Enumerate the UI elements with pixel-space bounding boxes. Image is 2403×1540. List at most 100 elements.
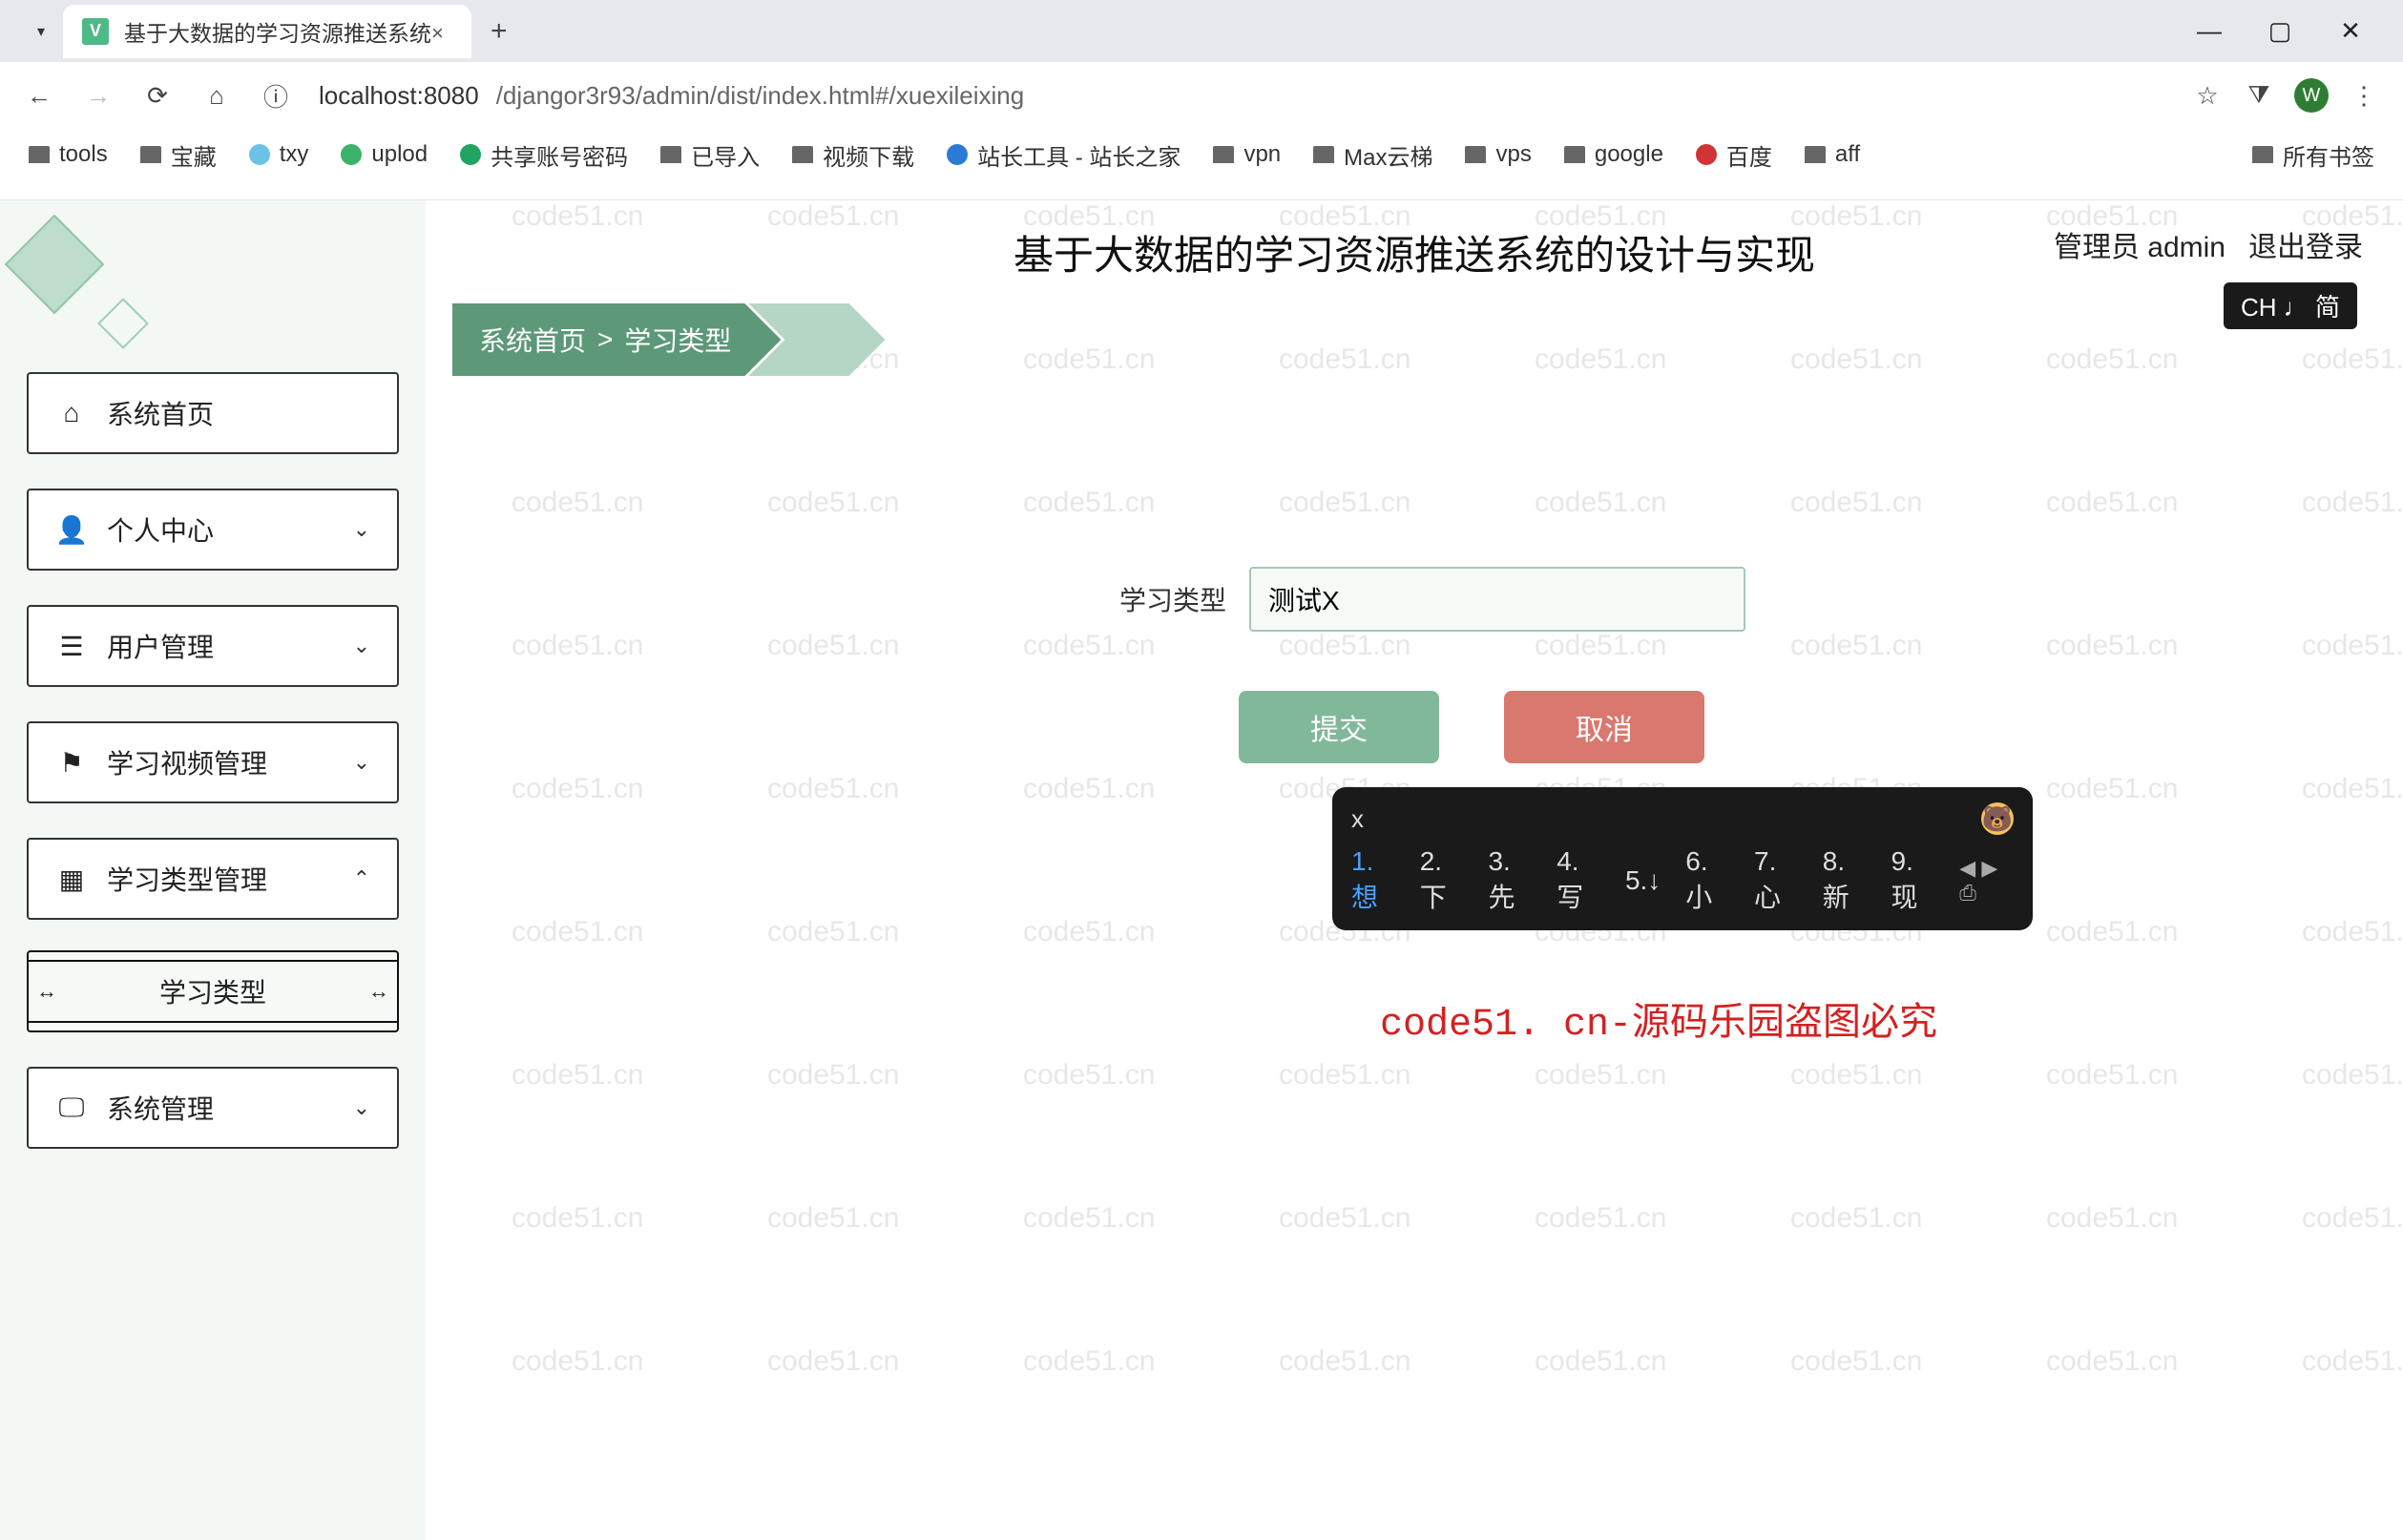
- star-icon[interactable]: ☆: [2191, 79, 2224, 112]
- ime-typed: x: [1351, 804, 1364, 834]
- menu-label: 用户管理: [107, 627, 214, 665]
- folder-icon: [1313, 146, 1334, 163]
- new-tab-button[interactable]: +: [491, 15, 508, 48]
- ime-candidates: 1.想 2.下 3.先 4.写 5.↓ 6.小 7.心 8.新 9.现 ◀ ▶ …: [1351, 846, 2014, 915]
- menu-label: 个人中心: [107, 510, 214, 549]
- bookmark-item[interactable]: google: [1564, 141, 1663, 168]
- chevron-down-icon: ⌄: [353, 750, 370, 775]
- sidebar-item-learning-type[interactable]: ▦ 学习类型管理 ⌃: [27, 838, 399, 920]
- arrow-left-icon: ↔: [36, 979, 57, 1004]
- ime-candidate[interactable]: 3.先: [1488, 846, 1532, 915]
- flag-icon: ⚑: [55, 746, 88, 779]
- bookmark-item[interactable]: aff: [1805, 141, 1860, 168]
- bookmark-item[interactable]: 已导入: [660, 138, 760, 172]
- list-icon: ☰: [55, 630, 88, 662]
- ime-candidate[interactable]: 6.小: [1685, 846, 1729, 915]
- close-window-icon[interactable]: ✕: [2336, 17, 2365, 46]
- reload-icon[interactable]: ⟳: [141, 79, 174, 112]
- sidebar-item-home[interactable]: ⌂ 系统首页: [27, 372, 399, 454]
- submit-button[interactable]: 提交: [1239, 691, 1439, 763]
- address-bar[interactable]: localhost:8080/djangor3r93/admin/dist/in…: [319, 81, 2142, 111]
- sidebar-item-videos[interactable]: ⚑ 学习视频管理 ⌄: [27, 721, 399, 803]
- ime-popup[interactable]: x 🐻 1.想 2.下 3.先 4.写 5.↓ 6.小 7.心 8.新 9.现 …: [1332, 787, 2033, 930]
- folder-icon: [1465, 146, 1486, 163]
- form-row-learning-type: 学习类型: [1083, 567, 1745, 632]
- person-icon: 👤: [55, 513, 88, 546]
- ime-emoji-icon[interactable]: 🐻: [1981, 802, 2014, 835]
- profile-avatar[interactable]: W: [2294, 78, 2329, 113]
- form-area: 学习类型 提交 取消: [426, 567, 2403, 763]
- menu-icon[interactable]: ⋮: [2348, 79, 2380, 112]
- learning-type-input[interactable]: [1249, 567, 1745, 632]
- ime-candidate[interactable]: 5.↓: [1625, 865, 1661, 896]
- page-title: 基于大数据的学习资源推送系统的设计与实现: [1013, 223, 1815, 281]
- forward-icon: →: [82, 79, 115, 112]
- site-icon: [1696, 144, 1717, 165]
- cancel-button[interactable]: 取消: [1504, 691, 1704, 763]
- main-header: 基于大数据的学习资源推送系统的设计与实现 管理员 admin 退出登录 CH ♩…: [426, 200, 2403, 303]
- sidebar-item-system[interactable]: 🖵 系统管理 ⌄: [27, 1067, 399, 1149]
- ime-candidate[interactable]: 2.下: [1420, 846, 1464, 915]
- bookmark-item[interactable]: vpn: [1213, 141, 1281, 168]
- menu-label: 学习视频管理: [107, 743, 267, 781]
- admin-label: 管理员 admin: [2054, 223, 2225, 265]
- sidebar-decoration-icon: [0, 191, 172, 382]
- all-bookmarks-button[interactable]: 所有书签: [2252, 138, 2374, 172]
- bookmark-item[interactable]: tools: [29, 141, 108, 168]
- logout-link[interactable]: 退出登录: [2248, 223, 2363, 265]
- menu-label: 系统管理: [107, 1089, 214, 1127]
- ime-candidate[interactable]: 8.新: [1823, 846, 1867, 915]
- window-controls: — ▢ ✕: [2195, 17, 2403, 46]
- home-menu-icon: ⌂: [55, 397, 88, 429]
- folder-icon: [29, 146, 50, 163]
- site-info-icon[interactable]: ⓘ: [260, 79, 292, 112]
- monitor-icon: 🖵: [55, 1092, 88, 1124]
- bookmark-item[interactable]: 百度: [1696, 138, 1772, 172]
- back-icon[interactable]: ←: [23, 79, 55, 112]
- site-icon: [249, 144, 270, 165]
- minimize-icon[interactable]: —: [2195, 17, 2224, 46]
- ime-candidate[interactable]: 1.想: [1351, 846, 1395, 915]
- sidebar-item-users[interactable]: ☰ 用户管理 ⌄: [27, 605, 399, 687]
- bookmark-item[interactable]: txy: [249, 141, 309, 168]
- chevron-up-icon: ⌃: [353, 866, 370, 891]
- site-icon: [341, 144, 362, 165]
- bookmarks-bar: tools 宝藏 txy uplod 共享账号密码 已导入 视频下载 站长工具 …: [0, 129, 2403, 180]
- red-watermark: code51. cn-源码乐园盗图必究: [1380, 990, 1937, 1047]
- folder-icon: [1213, 146, 1234, 163]
- url-path: /djangor3r93/admin/dist/index.html#/xuex…: [496, 81, 1025, 111]
- ime-nav-icons[interactable]: ◀ ▶ ⎙: [1959, 856, 2014, 905]
- tab-close-icon[interactable]: ×: [431, 21, 452, 42]
- bookmark-item[interactable]: 视频下载: [792, 138, 914, 172]
- home-icon[interactable]: ⌂: [200, 79, 233, 112]
- form-label: 学习类型: [1083, 580, 1226, 618]
- bookmark-item[interactable]: 宝藏: [140, 138, 217, 172]
- sidebar-menu: ⌂ 系统首页 👤 个人中心 ⌄ ☰ 用户管理 ⌄ ⚑ 学习视频管理 ⌄ ▦ 学习…: [27, 372, 399, 1149]
- bookmark-item[interactable]: vps: [1465, 141, 1531, 168]
- user-area: 管理员 admin 退出登录: [2054, 223, 2363, 265]
- url-host: localhost: [319, 81, 417, 110]
- arrow-right-icon: ↔: [368, 979, 389, 1004]
- browser-tab[interactable]: V 基于大数据的学习资源推送系统 ×: [63, 5, 471, 58]
- sidebar-sub-learning-type[interactable]: ↔ 学习类型 ↔: [27, 950, 399, 1032]
- ime-candidate[interactable]: 4.写: [1557, 846, 1600, 915]
- url-port: :8080: [417, 81, 479, 110]
- ime-candidate[interactable]: 9.现: [1891, 846, 1935, 915]
- breadcrumb-current: 学习类型: [624, 321, 731, 359]
- breadcrumb-home[interactable]: 系统首页: [479, 321, 586, 359]
- menu-label: 学习类型管理: [107, 860, 267, 898]
- form-button-row: 提交 取消: [1239, 691, 1704, 763]
- extensions-icon[interactable]: ⧩: [2243, 79, 2275, 112]
- folder-icon: [792, 146, 813, 163]
- folder-icon: [2252, 146, 2273, 163]
- bookmark-item[interactable]: 站长工具 - 站长之家: [947, 138, 1181, 172]
- bookmark-item[interactable]: Max云梯: [1313, 138, 1432, 172]
- tab-title: 基于大数据的学习资源推送系统: [124, 15, 431, 48]
- maximize-icon[interactable]: ▢: [2266, 17, 2294, 46]
- ime-candidate[interactable]: 7.心: [1754, 846, 1798, 915]
- sidebar-item-profile[interactable]: 👤 个人中心 ⌄: [27, 489, 399, 571]
- language-badge[interactable]: CH ♩ 简: [2224, 282, 2357, 329]
- bookmark-item[interactable]: uplod: [341, 141, 428, 168]
- tab-list-caret-icon[interactable]: ▾: [29, 19, 53, 44]
- bookmark-item[interactable]: 共享账号密码: [460, 138, 628, 172]
